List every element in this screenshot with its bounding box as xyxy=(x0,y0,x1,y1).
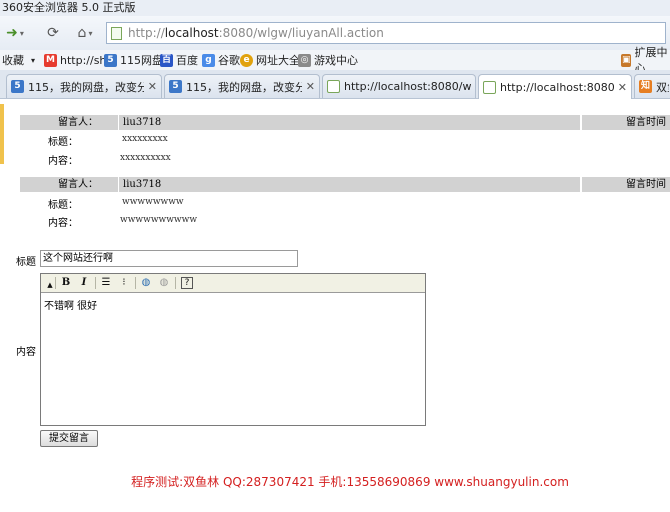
submit-button[interactable]: 提交留言 xyxy=(40,430,98,447)
message-content: xxxxxxxxxx xyxy=(120,153,171,163)
bookmark-icon: M xyxy=(44,53,57,67)
bookmark-bar: 收藏 ▾ Mhttp://sh 5 115网盘 百百度 g 谷歌 e 网址大全 ◎ 游戏中… xyxy=(0,46,670,75)
bulleted-list-icon[interactable]: ⁝ xyxy=(117,276,131,290)
italic-button[interactable]: I xyxy=(77,276,91,290)
bookmark-label: 网址大全 xyxy=(256,54,300,67)
bookmark-label: 115网盘 xyxy=(120,54,163,67)
bookmark-item[interactable]: 百百度 xyxy=(160,50,198,70)
tab-favicon xyxy=(327,80,340,93)
tab-favicon xyxy=(483,80,496,94)
close-icon[interactable]: ✕ xyxy=(618,81,627,94)
tab-bar: 5 115，我的网盘，改变分… ✕ 5 115，我的网盘，改变分… ✕ http://l… xyxy=(0,70,670,99)
author-label: 留言人： xyxy=(20,115,119,130)
bookmark-item[interactable]: g 谷歌 xyxy=(202,50,240,70)
home-button[interactable]: ⌂ ▾ xyxy=(70,23,100,43)
chevron-down-icon[interactable]: ▾ xyxy=(88,29,92,38)
tab-favicon: 5 xyxy=(169,80,182,93)
bookmark-label: 百度 xyxy=(176,54,198,67)
title-input[interactable]: 这个网站还行啊 xyxy=(40,250,298,267)
url-host: localhost xyxy=(164,26,219,40)
link-icon[interactable]: ◍ xyxy=(139,276,153,290)
toolbar-separator xyxy=(135,277,136,289)
bookmark-item[interactable]: e 网址大全 xyxy=(240,50,300,70)
home-icon: ⌂ xyxy=(77,25,87,41)
extension-icon: ▣ xyxy=(621,53,632,67)
chevron-down-icon[interactable]: ▾ xyxy=(20,29,24,38)
refresh-icon: ⟳ xyxy=(47,25,59,41)
favorites-label: 收藏 xyxy=(2,54,24,67)
tab-115-2[interactable]: 5 115，我的网盘，改变分… ✕ xyxy=(164,74,320,98)
window-title: 360安全浏览器 5.0 正式版 xyxy=(0,0,670,16)
form-title-label: 标题 xyxy=(16,257,36,268)
footer-credits: 程序测试:双鱼林 QQ:287307421 手机:13558690869 www… xyxy=(131,475,569,489)
message-title: wwwwwwww xyxy=(122,197,184,207)
bookmark-icon: 5 xyxy=(104,53,117,67)
unlink-icon[interactable]: ◍ xyxy=(157,276,171,290)
gamepad-icon: ◎ xyxy=(298,53,311,67)
toolbar-separator xyxy=(95,277,96,289)
nav-toolbar: ➜ ▾ ⟳ ⌂ ▾ http://localhost:8080/wlgw/liuya… xyxy=(0,16,670,51)
tab-label: 115，我的网盘，改变分… xyxy=(186,80,302,94)
author-value: liu3718 xyxy=(120,177,582,192)
favorites-menu[interactable]: 收藏 ▾ xyxy=(2,50,35,70)
baidu-icon: 百 xyxy=(160,53,173,67)
tab-115-1[interactable]: 5 115，我的网盘，改变分… ✕ xyxy=(6,74,162,98)
bold-button[interactable]: B xyxy=(59,276,73,290)
extensions-button[interactable]: ▣ 扩展中心 xyxy=(621,46,670,75)
author-label: 留言人： xyxy=(20,177,119,192)
editor-body[interactable]: 不错啊 很好 xyxy=(44,297,97,312)
site-nav-icon: e xyxy=(240,53,253,67)
content-editor[interactable]: ▲ B I ☰ ⁝ ◍ ◍ ? 不错啊 很好 xyxy=(40,273,426,426)
tab-localhost-1[interactable]: http://localhost:8080/wl… xyxy=(322,74,476,98)
message-header: 留言人： liu3718 留言时间 xyxy=(20,177,670,192)
address-bar[interactable]: http://localhost:8080/wlgw/liuyanAll.act… xyxy=(106,22,666,44)
sidebar-handle[interactable] xyxy=(0,104,4,164)
tab-favicon: 知 xyxy=(639,80,652,93)
back-button[interactable]: ➜ ▾ xyxy=(0,23,30,43)
title-label: 标题： xyxy=(48,137,78,148)
forward-arrow-icon: ➜ xyxy=(6,25,18,41)
close-icon[interactable]: ✕ xyxy=(148,80,157,93)
toolbar-separator xyxy=(175,277,176,289)
bookmark-item[interactable]: 5 115网盘 xyxy=(104,50,163,70)
page-icon xyxy=(111,26,122,40)
bookmark-label: 游戏中心 xyxy=(314,54,358,67)
bookmark-item[interactable]: Mhttp://sh xyxy=(44,50,106,70)
tab-label: 115，我的网盘，改变分… xyxy=(28,80,144,94)
message-title: xxxxxxxxx xyxy=(122,134,168,144)
time-label: 留言时间 xyxy=(626,179,666,190)
content-label: 内容： xyxy=(48,218,78,229)
message-header: 留言人： liu3718 留言时间 xyxy=(20,115,670,130)
close-icon[interactable]: ✕ xyxy=(306,80,315,93)
address-text[interactable]: http://localhost:8080/wlgw/liuyanAll.act… xyxy=(128,26,384,40)
time-label: 留言时间 xyxy=(626,117,666,128)
content-label: 内容： xyxy=(48,156,78,167)
bookmark-label: 谷歌 xyxy=(218,54,240,67)
tab-label: 双鱼 xyxy=(656,80,669,94)
refresh-button[interactable]: ⟳ xyxy=(40,23,66,43)
bookmark-item[interactable]: ◎ 游戏中心 xyxy=(298,50,358,70)
tab-favicon: 5 xyxy=(11,80,24,93)
tab-localhost-active[interactable]: http://localhost:8080/wl… ✕ xyxy=(478,74,632,99)
url-scheme: http:// xyxy=(128,26,165,40)
toolbar-separator xyxy=(55,277,56,289)
numbered-list-icon[interactable]: ☰ xyxy=(99,276,113,290)
title-label: 标题： xyxy=(48,200,78,211)
message-content: wwwwwwwwww xyxy=(120,215,198,225)
form-content-label: 内容 xyxy=(16,347,36,358)
tab-label: http://localhost:8080/wl… xyxy=(500,80,614,94)
url-path: :8080/wlgw/liuyanAll.action xyxy=(218,26,384,40)
chevron-down-icon: ▾ xyxy=(31,55,36,65)
help-button[interactable]: ? xyxy=(181,277,193,289)
bookmark-label: http://sh xyxy=(60,53,107,67)
tab-label: http://localhost:8080/wl… xyxy=(344,80,471,93)
editor-toolbar: ▲ B I ☰ ⁝ ◍ ◍ ? xyxy=(41,274,425,293)
author-value: liu3718 xyxy=(120,115,582,130)
tab-shuangyu[interactable]: 知双鱼 xyxy=(634,74,670,98)
google-icon: g xyxy=(202,53,215,67)
